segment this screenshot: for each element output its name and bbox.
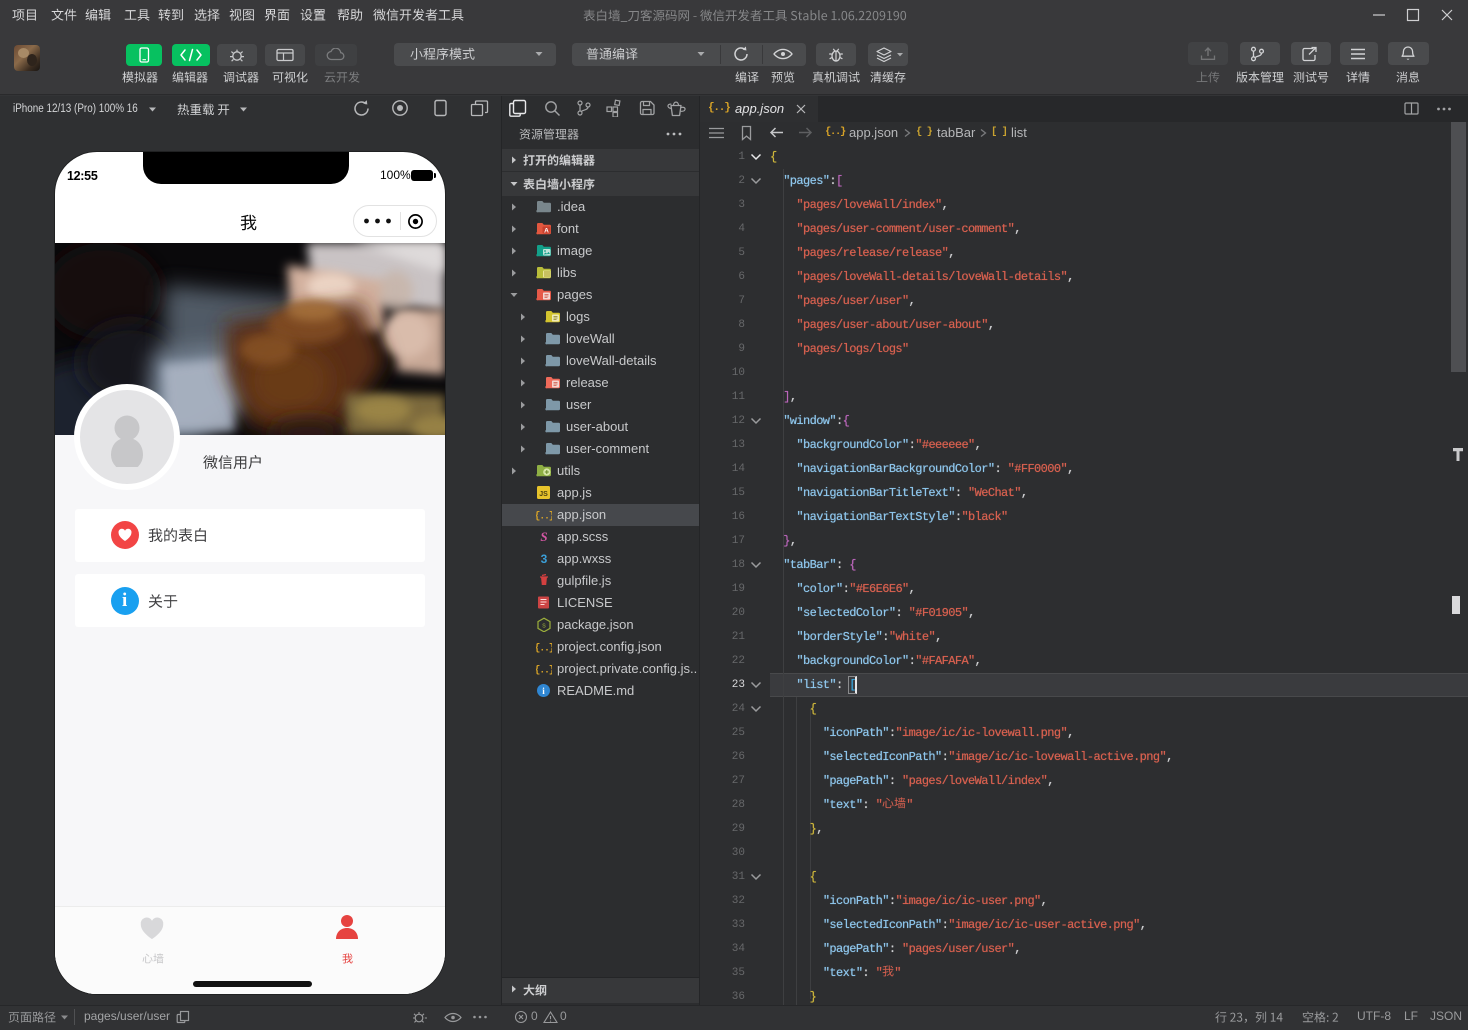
svg-text:{..}: {..} xyxy=(536,665,552,677)
svg-text:s: s xyxy=(542,623,546,630)
svg-text:3: 3 xyxy=(541,552,548,566)
svg-text:{..}: {..} xyxy=(536,511,552,523)
svg-text:{..}: {..} xyxy=(536,643,552,655)
svg-text:S: S xyxy=(540,529,547,544)
svg-text:A: A xyxy=(544,227,549,234)
svg-text:JS: JS xyxy=(539,491,548,498)
